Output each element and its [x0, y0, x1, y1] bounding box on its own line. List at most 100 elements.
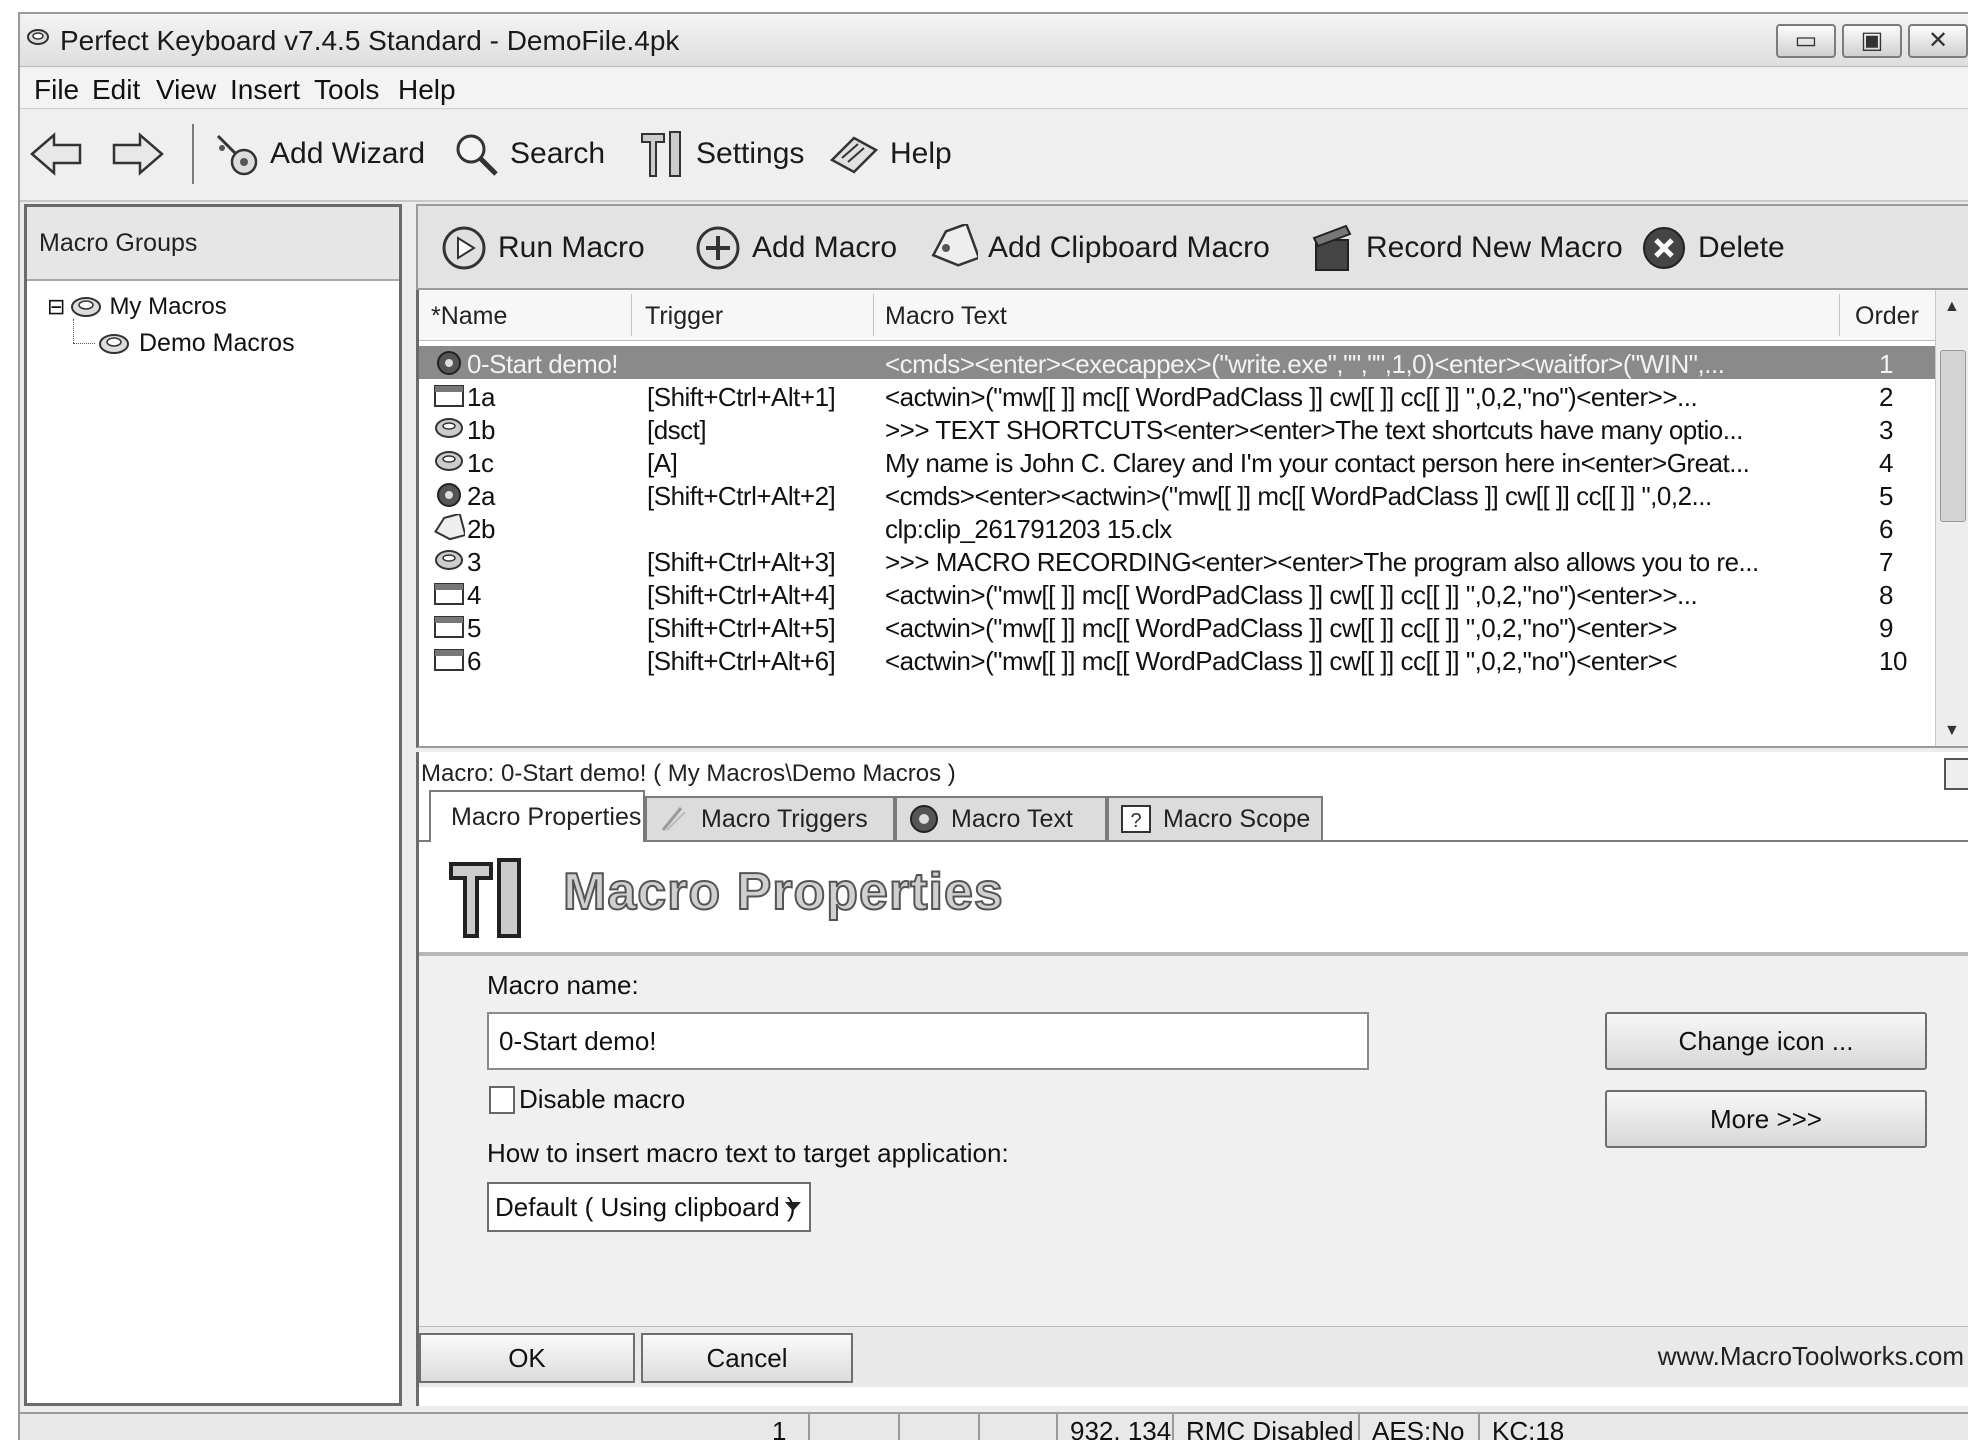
scroll-up-icon[interactable]: ▲ — [1944, 298, 1960, 316]
macro-groups-header: Macro Groups — [27, 207, 399, 281]
table-row[interactable]: 0-Start demo! <cmds><enter><execappex>("w… — [419, 346, 1939, 379]
menu-insert[interactable]: Insert — [230, 74, 300, 106]
table-row[interactable]: 5 [Shift+Ctrl+Alt+5] <actwin>("mw[[ ]] mc[… — [419, 610, 1939, 643]
col-header-name[interactable]: *Name — [431, 302, 507, 331]
settings-button[interactable]: Settings — [638, 124, 804, 184]
cancel-button[interactable]: Cancel — [641, 1333, 853, 1383]
col-header-trigger[interactable]: Trigger — [645, 302, 723, 331]
row-trigger: [dsct] — [647, 415, 707, 445]
table-row[interactable]: 1a [Shift+Ctrl+Alt+1] <actwin>("mw[[ ]] mc… — [419, 379, 1939, 412]
disable-macro-checkbox[interactable] — [489, 1086, 515, 1114]
wizard-wand-icon — [216, 134, 258, 176]
table-row[interactable]: 1b [dsct] >>> TEXT SHORTCUTS<enter><enter>… — [419, 412, 1939, 445]
triggers-icon — [661, 807, 686, 831]
maximize-button[interactable]: ▣ — [1842, 24, 1902, 58]
add-wizard-label: Add Wizard — [270, 137, 426, 170]
delete-button[interactable]: Delete — [1640, 218, 1785, 278]
row-order: 4 — [1879, 448, 1893, 478]
collapse-icon[interactable]: ⊟ — [47, 294, 65, 320]
status-segment-empty — [978, 1414, 1056, 1440]
row-trigger: [Shift+Ctrl+Alt+3] — [647, 547, 836, 577]
delete-icon — [1643, 227, 1685, 269]
macro-action-bar: Run Macro Add Macro Add Clipboard Macro … — [416, 204, 1968, 290]
row-macro-text: <actwin>("mw[[ ]] mc[[ WordPadClass ]] c… — [885, 646, 1678, 676]
macro-list-pane: Run Macro Add Macro Add Clipboard Macro … — [416, 204, 1968, 1406]
tab-macro-text-label: Macro Text — [951, 804, 1073, 833]
scroll-thumb[interactable] — [1940, 350, 1966, 522]
more-button[interactable]: More >>> — [1605, 1090, 1927, 1148]
help-book-icon — [829, 136, 879, 174]
back-button[interactable] — [28, 124, 94, 184]
help-button[interactable]: Help — [828, 124, 952, 184]
table-row[interactable]: 1c [A] My name is John C. Clarey and I'm y… — [419, 445, 1939, 478]
scroll-down-icon[interactable]: ▼ — [1944, 722, 1960, 740]
tree-connector-h — [73, 343, 95, 345]
insert-method-select[interactable]: Default ( Using clipboard ) — [487, 1182, 811, 1232]
clipboard-tag-icon — [931, 224, 978, 267]
menu-edit[interactable]: Edit — [92, 74, 140, 106]
add-clipboard-macro-button[interactable]: Add Clipboard Macro — [928, 218, 1270, 278]
add-macro-button[interactable]: Add Macro — [694, 218, 897, 278]
table-row[interactable]: 3 [Shift+Ctrl+Alt+3] >>> MACRO RECORDING<e… — [419, 544, 1939, 577]
menu-help[interactable]: Help — [398, 74, 456, 106]
add-wizard-button[interactable]: Add Wizard — [212, 124, 425, 184]
row-order: 5 — [1879, 481, 1893, 511]
tab-macro-scope-label: Macro Scope — [1163, 804, 1311, 833]
status-aes: AES:No — [1358, 1414, 1478, 1440]
table-header: *Name Trigger Macro Text Order — [419, 290, 1939, 341]
tab-macro-scope[interactable]: ? Macro Scope — [1107, 796, 1323, 840]
chat-icon — [433, 448, 465, 476]
group-icon — [99, 333, 129, 354]
properties-banner-title: Macro Properties — [562, 862, 1004, 922]
back-arrow-icon — [30, 132, 82, 176]
macro-breadcrumb: Macro: 0-Start demo! ( My Macros\Demo Ma… — [421, 760, 956, 787]
tree-node-demo-macros[interactable]: Demo Macros — [97, 329, 295, 358]
row-trigger: [Shift+Ctrl+Alt+2] — [647, 481, 836, 511]
search-button[interactable]: Search — [452, 124, 605, 184]
menu-view[interactable]: View — [156, 74, 216, 106]
ok-button[interactable]: OK — [419, 1333, 635, 1383]
title-bar: Perfect Keyboard v7.4.5 Standard - DemoF… — [20, 14, 1968, 67]
forward-button[interactable] — [110, 124, 176, 184]
run-macro-button[interactable]: Run Macro — [440, 218, 645, 278]
record-new-macro-label: Record New Macro — [1366, 231, 1623, 264]
row-macro-text: <cmds><enter><execappex>("write.exe","",… — [885, 349, 1725, 379]
row-order: 3 — [1879, 415, 1893, 445]
menu-file[interactable]: File — [34, 74, 79, 106]
table-row[interactable]: 4 [Shift+Ctrl+Alt+4] <actwin>("mw[[ ]] mc[… — [419, 577, 1939, 610]
tab-macro-properties-label: Macro Properties — [451, 802, 642, 831]
tree-node-my-macros[interactable]: ⊟ My Macros — [47, 293, 227, 321]
website-link[interactable]: www.MacroToolworks.com — [1658, 1341, 1964, 1372]
tab-macro-properties[interactable]: Macro Properties — [429, 790, 645, 842]
minimize-button[interactable]: ▭ — [1776, 24, 1836, 58]
row-macro-text: clp:clip_261791203 15.clx — [885, 514, 1172, 544]
col-header-macro-text[interactable]: Macro Text — [885, 302, 1007, 331]
table-row[interactable]: 6 [Shift+Ctrl+Alt+6] <actwin>("mw[[ ]] mc[… — [419, 643, 1939, 676]
tab-macro-triggers[interactable]: Macro Triggers — [645, 796, 895, 840]
group-icon — [71, 297, 102, 317]
record-new-macro-button[interactable]: Record New Macro — [1308, 218, 1623, 278]
run-icon — [442, 226, 486, 270]
row-name: 4 — [467, 580, 481, 610]
dock-toggle-icon[interactable] — [1944, 758, 1968, 790]
row-name: 6 — [467, 646, 481, 676]
table-row[interactable]: 2a [Shift+Ctrl+Alt+2] <cmds><enter><actwin… — [419, 478, 1939, 511]
row-macro-text: <cmds><enter><actwin>("mw[[ ]] mc[[ Word… — [885, 481, 1712, 511]
col-header-order[interactable]: Order — [1855, 302, 1919, 331]
tree-label-my-macros: My Macros — [109, 293, 227, 320]
vertical-scrollbar[interactable]: ▲ ▼ — [1935, 290, 1968, 746]
close-button[interactable]: ✕ — [1908, 24, 1968, 58]
tab-macro-text[interactable]: Macro Text — [895, 796, 1107, 840]
macro-name-input[interactable]: 0-Start demo! — [487, 1012, 1369, 1070]
search-label: Search — [510, 137, 606, 170]
properties-banner-icon — [449, 858, 521, 938]
scope-help-icon: ? — [1121, 805, 1151, 833]
row-trigger: [A] — [647, 448, 678, 478]
properties-banner: Macro Properties — [419, 842, 1968, 956]
row-macro-text: <actwin>("mw[[ ]] mc[[ WordPadClass ]] c… — [885, 613, 1678, 643]
table-row[interactable]: 2b clp:clip_261791203 15.clx 6 — [419, 511, 1939, 544]
menu-tools[interactable]: Tools — [314, 74, 379, 106]
chat-icon — [433, 547, 465, 575]
change-icon-button[interactable]: Change icon ... — [1605, 1012, 1927, 1070]
insert-method-value: Default ( Using clipboard ) — [495, 1192, 796, 1222]
